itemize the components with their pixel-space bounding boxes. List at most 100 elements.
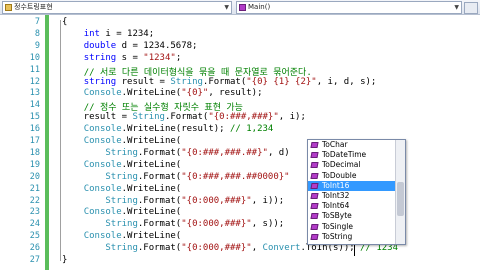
code-token: Console <box>83 183 122 194</box>
line-number: 27 <box>29 255 40 265</box>
method-icon <box>310 162 319 169</box>
method-icon <box>310 142 319 148</box>
code-token: , s)); <box>251 219 285 230</box>
intellisense-scrollbar[interactable] <box>395 140 405 244</box>
line-number: 22 <box>29 195 40 206</box>
line-number: 16 <box>29 124 40 135</box>
code-token: // 1,234 <box>230 124 274 135</box>
code-token: "{0:000,###}" <box>181 243 252 254</box>
code-token: s = <box>116 52 144 63</box>
code-token: int <box>83 28 100 39</box>
line-number: 26 <box>29 243 40 254</box>
line-number: 21 <box>29 183 40 194</box>
code-token: Console <box>83 231 122 242</box>
code-line: string s = "1234"; <box>62 52 182 63</box>
method-icon <box>310 223 319 230</box>
intellisense-item[interactable]: ToDouble <box>308 171 405 181</box>
code-token: .Format( <box>137 219 182 230</box>
code-token: Console <box>83 124 122 135</box>
code-token: d = 1234.5678; <box>116 40 198 51</box>
code-token: .Format( <box>137 243 182 254</box>
intellisense-item[interactable]: ToChar <box>308 140 405 150</box>
code-token: , i)); <box>251 195 285 206</box>
split-window-button[interactable] <box>464 2 478 14</box>
code-token: result = <box>62 112 133 123</box>
code-token: "{0} {1} {2}" <box>246 76 317 87</box>
line-number: 13 <box>29 88 40 99</box>
code-line: Console.WriteLine( <box>62 231 182 242</box>
code-token: .WriteLine( <box>121 231 182 242</box>
intellisense-item-label: ToString <box>322 231 353 241</box>
line-number: 20 <box>29 171 40 182</box>
intellisense-item[interactable]: ToSByte <box>308 211 405 221</box>
intellisense-item-label: ToInt32 <box>322 190 350 200</box>
type-dropdown[interactable]: 정수트링표현 ▼ <box>2 1 232 14</box>
code-line: double d = 1234.5678; <box>62 40 198 51</box>
code-token: , d) <box>267 147 290 158</box>
method-icon <box>310 152 319 159</box>
line-number: 12 <box>29 76 40 87</box>
code-token: "1234" <box>143 52 176 63</box>
line-number: 23 <box>29 207 40 218</box>
method-icon <box>310 192 319 199</box>
intellisense-popup[interactable]: ToChar ToDateTime ToDecimal ToDouble ToInt16… <box>307 139 406 245</box>
line-number: 8 <box>34 28 40 39</box>
code-token: Console <box>83 88 122 99</box>
code-token: .Format( <box>137 171 182 182</box>
method-icon <box>310 203 319 210</box>
code-token: , result); <box>208 88 263 99</box>
code-line: Console.WriteLine("{0}", result); <box>62 88 263 98</box>
code-token: , <box>251 243 263 254</box>
code-token: "{0}" <box>181 88 209 99</box>
method-icon <box>310 213 319 220</box>
text-caret <box>354 245 355 256</box>
line-number: 11 <box>29 64 40 75</box>
method-icon <box>310 172 319 179</box>
intellisense-item[interactable]: ToSingle <box>308 222 405 232</box>
intellisense-item[interactable]: ToInt32 <box>308 191 405 201</box>
code-token: string <box>83 76 117 87</box>
line-number: 7 <box>34 17 40 27</box>
code-token: ; <box>175 52 182 63</box>
intellisense-item[interactable]: ToDateTime <box>308 150 405 160</box>
line-number: 24 <box>29 219 40 230</box>
intellisense-item-label: ToChar <box>322 140 348 149</box>
line-number: 19 <box>29 159 40 170</box>
intellisense-item-label: ToInt64 <box>322 201 350 211</box>
code-token: .WriteLine( <box>121 183 182 194</box>
code-line: } <box>62 255 67 265</box>
member-dropdown[interactable]: Main() ▼ <box>236 1 462 14</box>
method-icon <box>239 4 246 11</box>
navigation-bar: 정수트링표현 ▼ Main() ▼ <box>0 0 480 15</box>
line-number: 25 <box>29 231 40 242</box>
intellisense-item-label: ToDecimal <box>322 160 361 170</box>
code-line: String.Format("{0:000,###}", s)); <box>62 219 284 229</box>
intellisense-item-label: ToDouble <box>322 170 357 180</box>
intellisense-item-label: ToDateTime <box>322 150 367 160</box>
code-token: String <box>170 76 203 87</box>
intellisense-item[interactable]: ToString <box>308 232 405 242</box>
code-line: { <box>62 17 67 27</box>
line-number: 18 <box>29 147 40 158</box>
intellisense-item[interactable]: ToInt64 <box>308 201 405 211</box>
intellisense-item-label: ToInt16 <box>322 180 350 190</box>
intellisense-item[interactable]: ToDecimal <box>308 160 405 170</box>
line-number: 14 <box>29 100 40 111</box>
code-line: Console.WriteLine( <box>62 136 182 146</box>
code-token: String <box>105 219 138 230</box>
scrollbar-thumb[interactable] <box>397 182 404 216</box>
code-token: double <box>83 40 117 51</box>
intellisense-item[interactable]: ToInt16 <box>308 180 405 191</box>
code-line: Console.WriteLine(result); // 1,234 <box>62 124 274 135</box>
code-token: Console <box>83 136 122 146</box>
